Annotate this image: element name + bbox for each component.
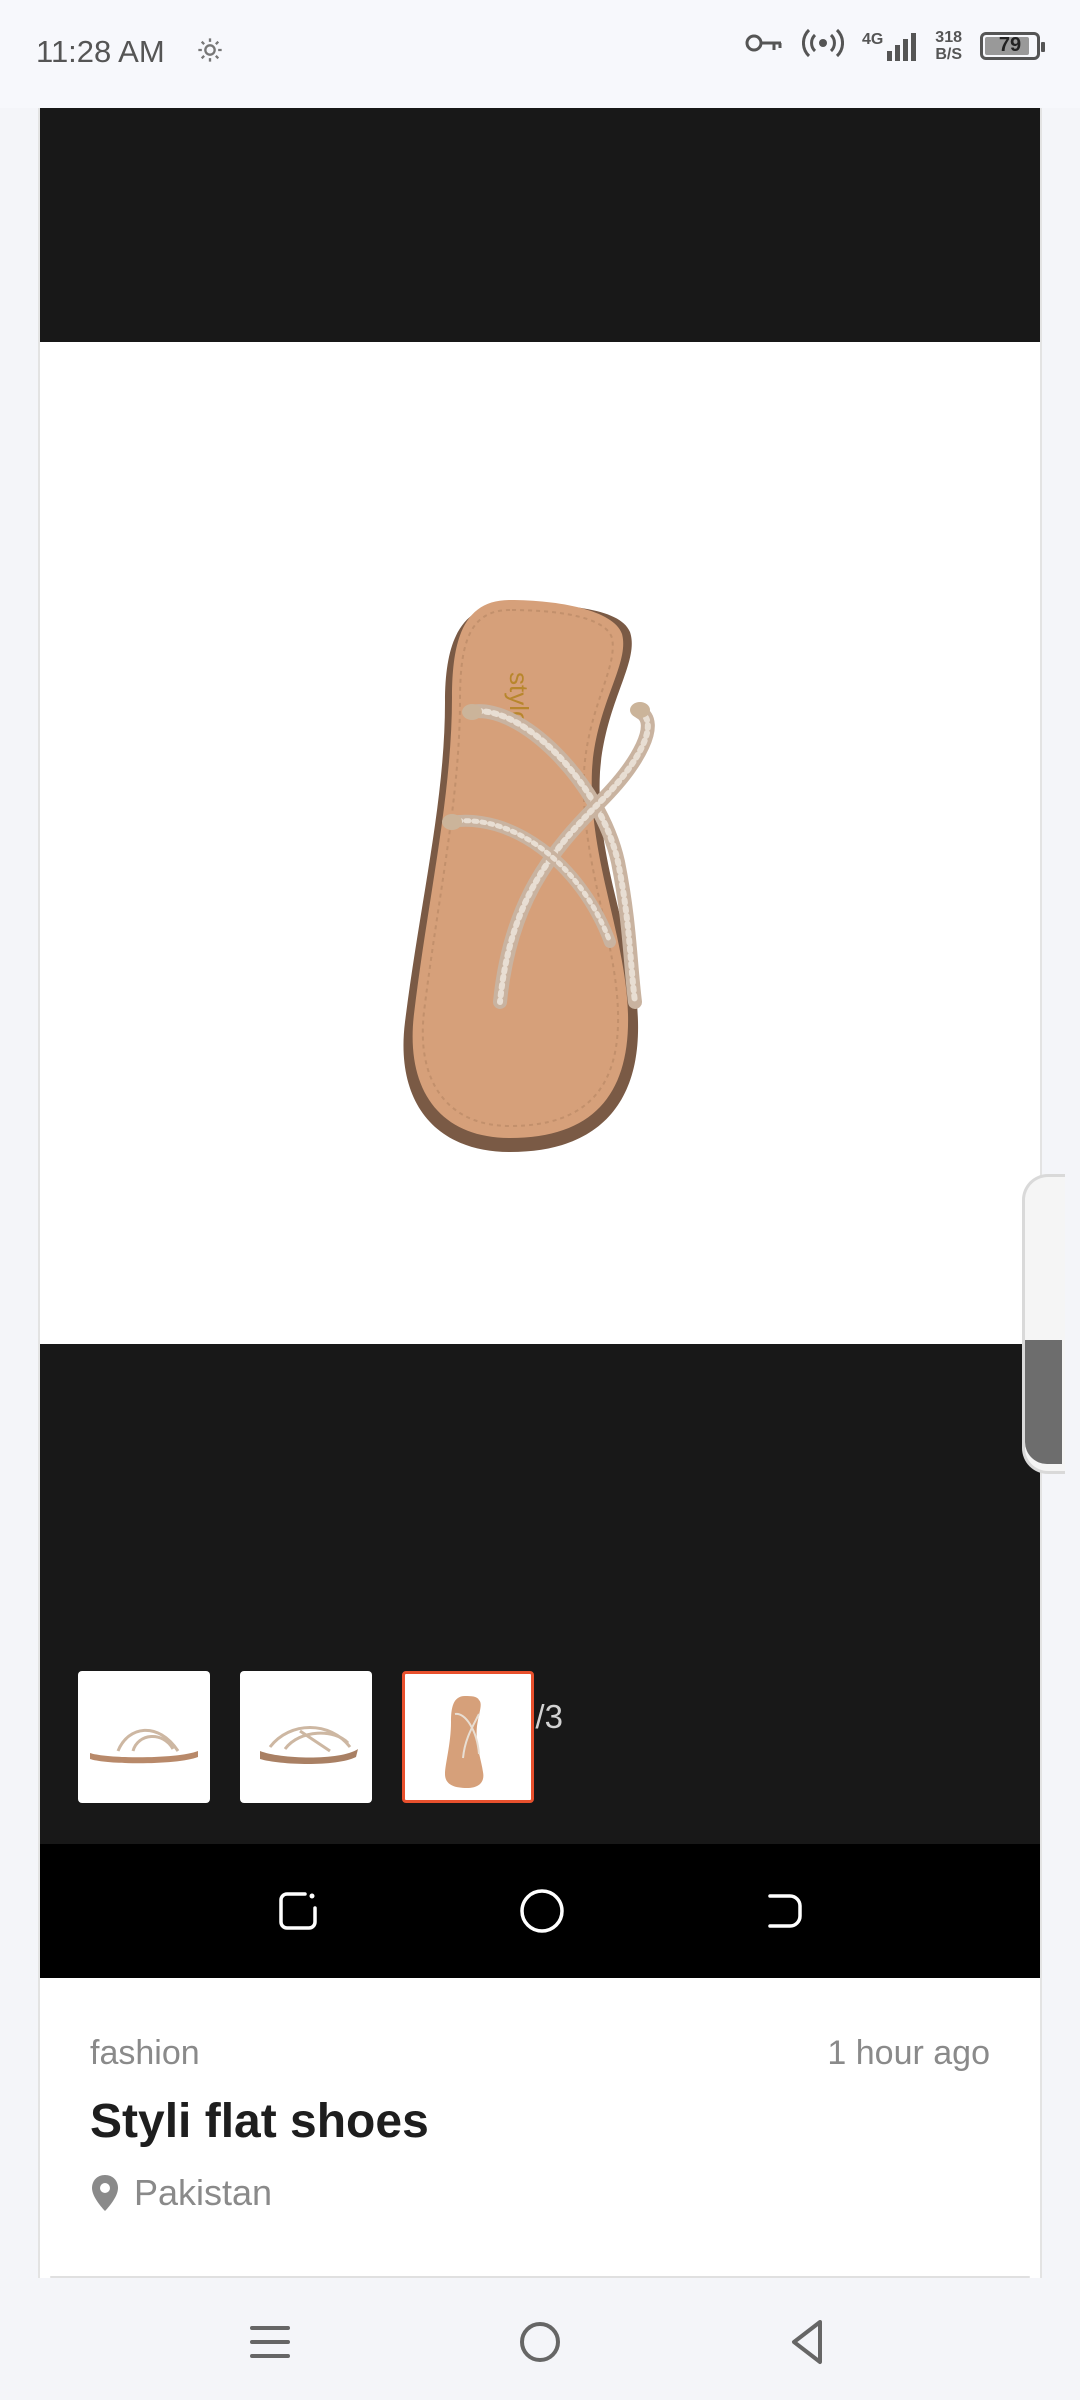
sandal-top-view-thumb <box>445 1696 484 1788</box>
location-text: Pakistan <box>134 2172 273 2213</box>
status-time: 11:28 AM <box>36 34 165 69</box>
menu-icon[interactable] <box>242 2314 298 2370</box>
sandal-angle-view-thumb <box>260 1726 358 1764</box>
back-icon[interactable] <box>760 1886 810 1936</box>
net-speed: 318 B/S <box>935 28 962 63</box>
listing-posted-time: 1 hour ago <box>827 2034 990 2072</box>
battery-icon: 79 <box>980 31 1045 60</box>
listing-location: Pakistan <box>90 2172 272 2214</box>
sandal-image: stylo <box>403 600 655 1152</box>
home-circle-icon[interactable] <box>517 1886 567 1936</box>
signal-icon: 4G <box>862 31 917 61</box>
battery-level: 79 <box>998 34 1022 56</box>
recent-apps-icon[interactable] <box>273 1886 323 1936</box>
thumbnail-1[interactable] <box>78 1671 210 1803</box>
image-viewer-top <box>40 108 1040 342</box>
settings-gear-icon <box>196 36 224 72</box>
thumbnail-3-selected[interactable] <box>402 1671 534 1803</box>
sandal-side-view-thumb <box>90 1728 198 1764</box>
edge-panel-handle-shade <box>1025 1340 1062 1464</box>
location-pin-icon <box>92 2175 118 2211</box>
system-nav-bar <box>0 2278 1080 2400</box>
vpn-key-icon <box>744 31 784 60</box>
listing-title: Styli flat shoes <box>90 2095 429 2148</box>
hotspot-icon <box>801 28 844 63</box>
listing-card: stylo 3/3 fashion 1 hour ago Styli flat … <box>38 108 1042 2278</box>
status-bar: 11:28 AM 4G 318 B/S 79 <box>0 0 1080 108</box>
listing-info: fashion 1 hour ago Styli flat shoes Paki… <box>40 1978 1040 2278</box>
back-triangle-icon[interactable] <box>780 2314 836 2370</box>
network-type: 4G <box>861 30 884 48</box>
thumbnail-2[interactable] <box>240 1671 372 1803</box>
product-image[interactable]: stylo <box>40 342 1040 1344</box>
listing-category[interactable]: fashion <box>90 2034 200 2073</box>
home-icon[interactable] <box>512 2314 568 2370</box>
viewer-nav-bar <box>40 1844 1040 1978</box>
